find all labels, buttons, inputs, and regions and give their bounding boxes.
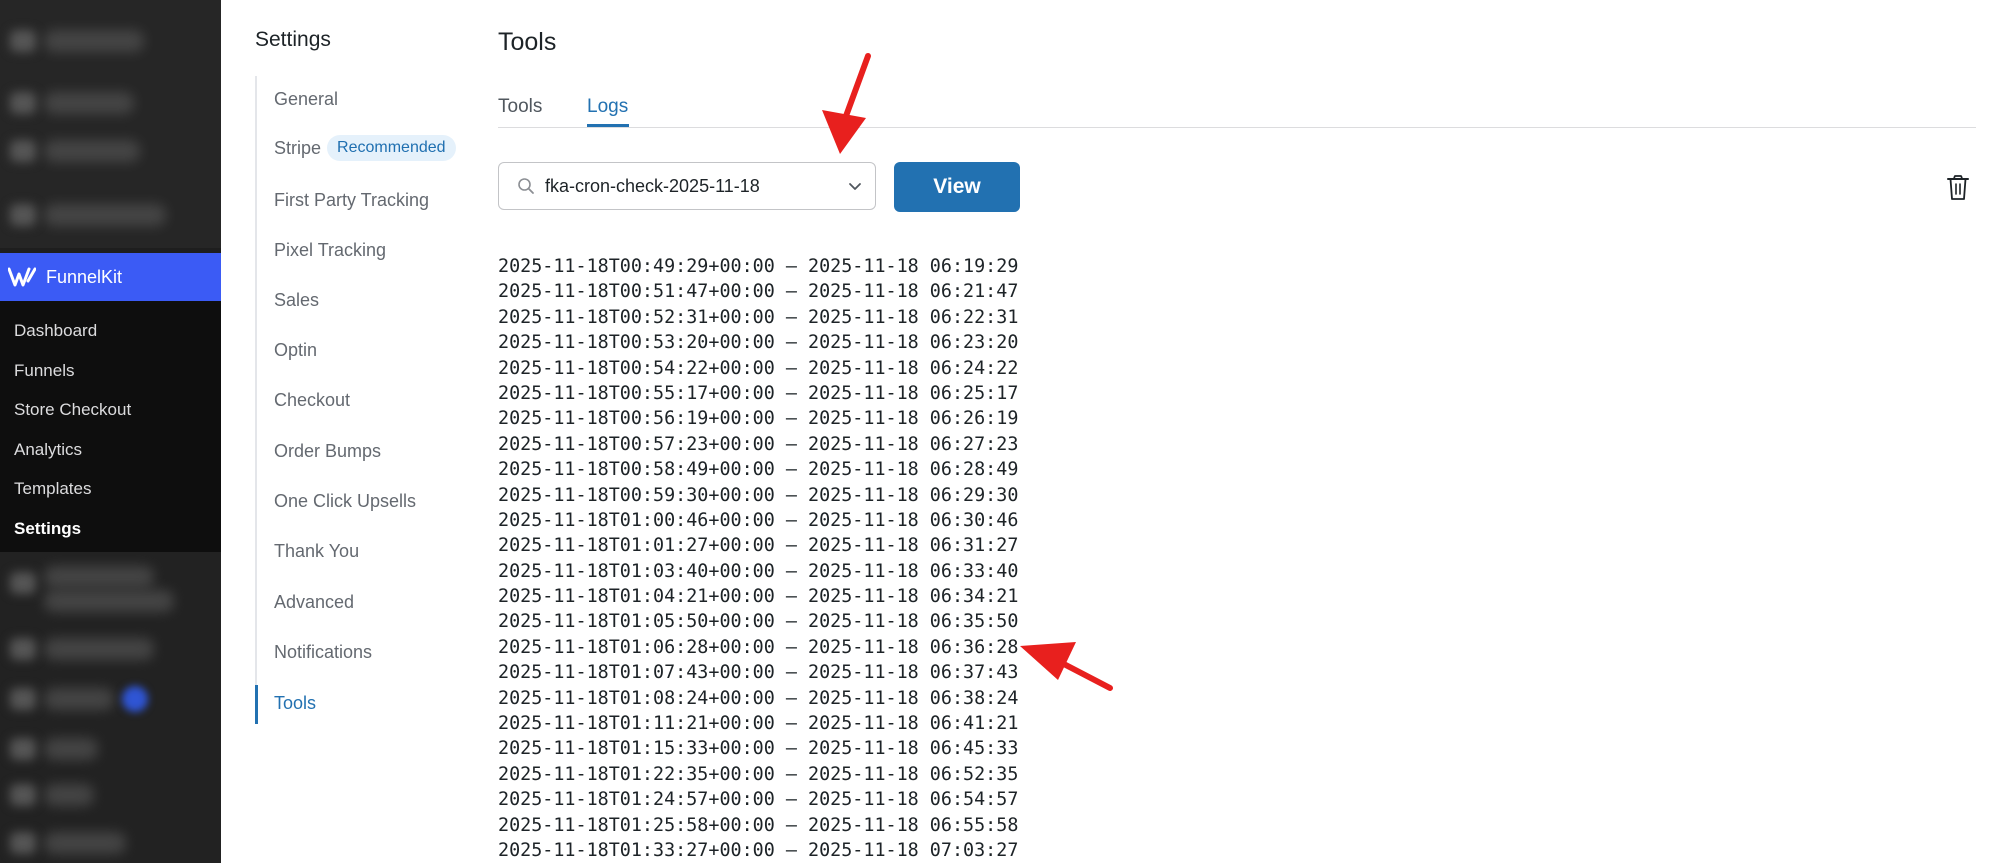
log-line: 2025-11-18T01:24:57+00:00 – 2025-11-18 0… [498,789,1019,811]
submenu-item-analytics[interactable]: Analytics [0,430,221,470]
search-icon [518,178,534,194]
nav-item-one-click-upsells[interactable]: One Click Upsells [274,491,416,512]
nav-item-notifications[interactable]: Notifications [274,642,372,663]
log-line: 2025-11-18T01:07:43+00:00 – 2025-11-18 0… [498,662,1019,684]
main-content: Tools Tools Logs fka-cron-check-2025-11-… [498,0,1999,863]
log-line: 2025-11-18T01:11:21+00:00 – 2025-11-18 0… [498,713,1019,735]
log-file-select[interactable]: fka-cron-check-2025-11-18 [498,162,876,210]
nav-item-general[interactable]: General [274,89,338,110]
nav-item-first-party-tracking[interactable]: First Party Tracking [274,190,429,211]
funnelkit-menu-item[interactable]: FunnelKit [0,253,221,301]
log-line: 2025-11-18T01:08:24+00:00 – 2025-11-18 0… [498,687,1019,709]
log-line: 2025-11-18T01:04:21+00:00 – 2025-11-18 0… [498,586,1019,608]
funnelkit-submenu: Dashboard Funnels Store Checkout Analyti… [0,301,221,552]
log-line: 2025-11-18T00:51:47+00:00 – 2025-11-18 0… [498,281,1019,303]
nav-item-pixel-tracking[interactable]: Pixel Tracking [274,240,386,261]
log-line: 2025-11-18T00:58:49+00:00 – 2025-11-18 0… [498,459,1019,481]
nav-rail [255,76,257,724]
log-line: 2025-11-18T00:57:23+00:00 – 2025-11-18 0… [498,433,1019,455]
blurred-menu-bottom [0,552,221,863]
log-line: 2025-11-18T00:59:30+00:00 – 2025-11-18 0… [498,484,1019,506]
log-output: 2025-11-18T00:49:29+00:00 – 2025-11-18 0… [498,254,1018,863]
log-line: 2025-11-18T01:22:35+00:00 – 2025-11-18 0… [498,763,1019,785]
submenu-item-templates[interactable]: Templates [0,469,221,509]
page-title: Tools [498,28,557,56]
tabs-divider [498,127,1976,128]
nav-item-thank-you[interactable]: Thank You [274,541,359,562]
nav-item-optin[interactable]: Optin [274,340,317,361]
log-file-select-value: fka-cron-check-2025-11-18 [545,175,760,196]
funnelkit-logo-icon [8,267,36,287]
blurred-menu-top [0,0,221,248]
submenu-item-dashboard[interactable]: Dashboard [0,311,221,351]
log-line: 2025-11-18T00:56:19+00:00 – 2025-11-18 0… [498,408,1019,430]
log-line: 2025-11-18T00:55:17+00:00 – 2025-11-18 0… [498,382,1019,404]
submenu-item-settings[interactable]: Settings [0,509,221,549]
annotation-arrow-icon [822,53,871,154]
nav-item-tools[interactable]: Tools [274,693,316,714]
view-button[interactable]: View [894,162,1020,212]
log-line: 2025-11-18T00:54:22+00:00 – 2025-11-18 0… [498,357,1019,379]
trash-icon[interactable] [1946,175,1970,201]
nav-item-stripe-label: Stripe [274,137,322,158]
log-line: 2025-11-18T01:03:40+00:00 – 2025-11-18 0… [498,560,1019,582]
settings-nav: Settings General Stripe Recommended First… [221,0,491,863]
log-line-highlighted: 2025-11-18T01:06:28+00:00 – 2025-11-18 0… [498,636,1019,658]
nav-item-order-bumps[interactable]: Order Bumps [274,441,381,462]
admin-sidebar: FunnelKit Dashboard Funnels Store Checko… [0,0,221,863]
nav-item-sales[interactable]: Sales [274,290,319,311]
chevron-down-icon [849,183,861,190]
log-line: 2025-11-18T01:00:46+00:00 – 2025-11-18 0… [498,509,1019,531]
nav-item-advanced[interactable]: Advanced [274,592,354,613]
funnelkit-label: FunnelKit [46,266,123,287]
nav-item-stripe[interactable]: Stripe Recommended [274,135,456,162]
nav-rail-active-indicator [255,685,258,724]
log-line: 2025-11-18T01:05:50+00:00 – 2025-11-18 0… [498,611,1019,633]
log-line: 2025-11-18T01:33:27+00:00 – 2025-11-18 0… [498,839,1019,861]
log-line: 2025-11-18T00:52:31+00:00 – 2025-11-18 0… [498,306,1019,328]
submenu-item-funnels[interactable]: Funnels [0,351,221,391]
log-line: 2025-11-18T01:01:27+00:00 – 2025-11-18 0… [498,535,1019,557]
tab-tools[interactable]: Tools [498,96,542,118]
recommended-badge: Recommended [327,135,456,161]
log-line: 2025-11-18T01:25:58+00:00 – 2025-11-18 0… [498,814,1019,836]
log-line: 2025-11-18T00:49:29+00:00 – 2025-11-18 0… [498,256,1019,277]
nav-item-checkout[interactable]: Checkout [274,390,350,411]
submenu-item-store-checkout[interactable]: Store Checkout [0,390,221,430]
settings-heading: Settings [255,28,331,51]
log-line: 2025-11-18T01:15:33+00:00 – 2025-11-18 0… [498,738,1019,760]
annotation-arrow-icon [1020,642,1113,691]
tab-logs[interactable]: Logs [587,96,628,118]
log-line: 2025-11-18T00:53:20+00:00 – 2025-11-18 0… [498,332,1019,354]
